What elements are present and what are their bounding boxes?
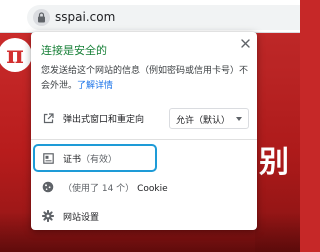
browser-toolbar: sspai.com <box>0 0 300 33</box>
cookie-icon <box>41 180 55 194</box>
certificate-status: （有效） <box>81 155 118 165</box>
connection-description: 您发送给这个网站的信息（例如密码或信用卡号）不会外泄。了解详情 <box>41 64 252 94</box>
banner-text: 别 <box>259 145 289 180</box>
close-button[interactable] <box>238 36 252 50</box>
description-text: 您发送给这个网站的信息（例如密码或信用卡号）不会外泄。 <box>41 66 249 91</box>
popups-label: 弹出式窗口和重定向 <box>63 115 145 125</box>
divider <box>31 139 257 140</box>
certificate-label-group: 证书（有效） <box>63 152 117 165</box>
site-settings-row[interactable]: 网站设置 <box>31 204 257 228</box>
learn-more-link[interactable]: 了解详情 <box>77 81 113 91</box>
popups-select[interactable]: 允许（默认） <box>169 108 249 129</box>
certificate-icon <box>41 151 55 165</box>
certificate-row[interactable]: 证书（有效） <box>31 146 257 170</box>
address-bar[interactable]: sspai.com <box>27 5 300 30</box>
lock-icon <box>38 12 45 23</box>
cookies-row[interactable]: （使用了 14 个） Cookie <box>31 175 257 199</box>
close-icon <box>240 38 250 48</box>
cookies-label-group: （使用了 14 个） Cookie <box>63 181 168 194</box>
external-link-icon <box>41 111 55 125</box>
cookies-count: （使用了 14 个） <box>63 184 135 194</box>
url-text: sspai.com <box>55 10 116 24</box>
certificate-label: 证书 <box>63 155 82 165</box>
connection-secure-title: 连接是安全的 <box>41 44 107 57</box>
popups-permission-row: 弹出式窗口和重定向 允许（默认） <box>31 104 257 132</box>
site-info-popup: 连接是安全的 您发送给这个网站的信息（例如密码或信用卡号）不会外泄。了解详情 弹… <box>31 32 257 230</box>
gear-icon <box>41 209 55 223</box>
chevron-down-icon <box>236 117 242 121</box>
popups-select-value: 允许（默认） <box>176 116 231 126</box>
site-info-button[interactable] <box>33 9 50 26</box>
site-settings-label: 网站设置 <box>63 213 100 223</box>
site-logo[interactable]: π <box>0 38 32 72</box>
cookies-label: Cookie <box>137 184 168 194</box>
